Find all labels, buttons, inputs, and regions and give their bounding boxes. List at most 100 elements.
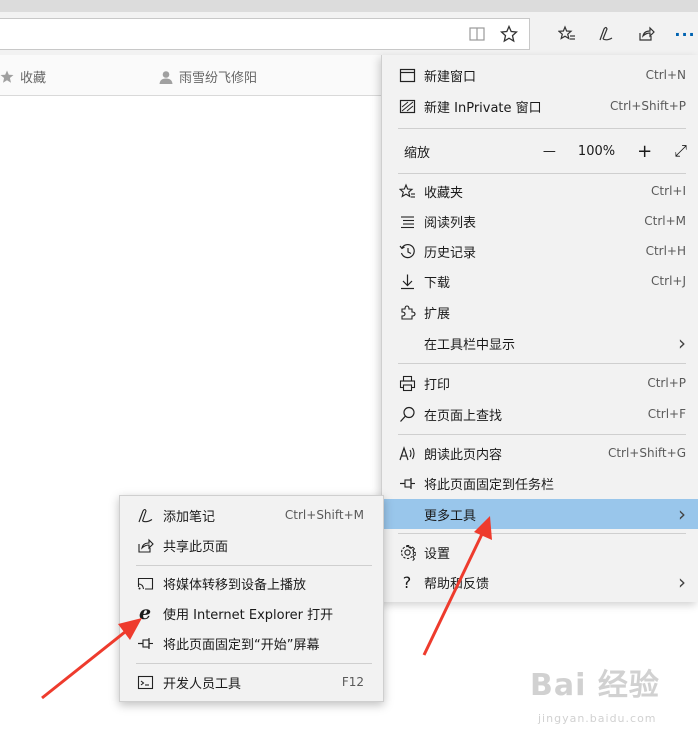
menu-item-zoom: 缩放 — 100% + ⤢ [382,136,698,166]
zoom-out-button[interactable]: — [543,144,556,159]
address-bar[interactable] [0,18,530,50]
submenu-item-pin-start[interactable]: 将此页面固定到“开始”屏幕 [120,628,383,658]
share-icon [136,536,154,554]
history-clock-icon [398,242,416,260]
menu-label: 历史记录 [424,245,477,261]
share-icon[interactable] [634,22,658,46]
fullscreen-button[interactable]: ⤢ [674,141,687,161]
menu-separator [398,363,686,364]
menu-label: 新建窗口 [424,69,477,85]
menu-item-print[interactable]: 打印 Ctrl+P [382,368,698,398]
menu-item-find-on-page[interactable]: 在页面上查找 Ctrl+F [382,399,698,429]
menu-label: 打印 [424,377,451,393]
submenu-item-dev-tools[interactable]: 开发人员工具 F12 [120,667,383,697]
menu-item-history[interactable]: 历史记录 Ctrl+H [382,236,698,266]
menu-label: 新建 InPrivate 窗口 [424,100,542,116]
favorites-bar-item[interactable]: 收藏 [0,67,46,86]
menu-item-read-aloud[interactable]: 朗读此页内容 Ctrl+Shift+G [382,438,698,468]
menu-label: 帮助和反馈 [424,576,490,592]
zoom-level: 100% [577,143,616,159]
menu-label: 更多工具 [424,508,477,524]
puzzle-icon [398,303,416,321]
baidu-watermark: Bai 经验 jingyan.baidu.com [530,660,690,740]
developer-tools-icon [136,673,154,691]
submenu-chevron-icon: › [678,331,686,355]
download-arrow-icon [398,272,416,290]
submenu-item-cast-media[interactable]: 将媒体转移到设备上播放 [120,568,383,598]
menu-label: 在页面上查找 [424,408,503,424]
reading-list-icon [398,212,416,230]
menu-shortcut: Ctrl+J [651,274,686,288]
menu-item-downloads[interactable]: 下载 Ctrl+J [382,266,698,296]
menu-item-pin-taskbar[interactable]: 将此页面固定到任务栏 [382,468,698,498]
notes-pen-icon[interactable] [594,22,618,46]
question-mark-icon: ? [402,572,412,592]
menu-shortcut: F12 [341,675,364,689]
notes-pen-icon [136,506,154,524]
menu-label: 共享此页面 [163,539,229,555]
submenu-item-add-notes[interactable]: 添加笔记 Ctrl+Shift+M [120,500,383,530]
window-icon [398,66,416,84]
more-settings-button[interactable]: ··· [673,22,697,46]
add-favorite-star-icon[interactable] [497,22,521,46]
menu-item-settings[interactable]: 设置 [382,537,698,567]
menu-shortcut: Ctrl+I [651,184,686,198]
favorites-bar-label: 收藏 [20,71,47,86]
settings-menu: 新建窗口 Ctrl+N 新建 InPrivate 窗口 Ctrl+Shift+P… [381,55,698,602]
menu-shortcut: Ctrl+H [645,244,686,258]
submenu-chevron-icon: › [678,502,686,526]
zoom-in-button[interactable]: + [637,141,652,162]
gear-icon [398,543,416,561]
menu-separator [136,565,372,566]
menu-label: 设置 [424,546,451,562]
watermark-url: jingyan.baidu.com [538,712,657,725]
user-favorite-label: 雨雪纷飞修阳 [179,71,258,86]
submenu-item-share[interactable]: 共享此页面 [120,530,383,560]
menu-item-more-tools[interactable]: 更多工具 › [382,499,698,529]
pin-icon [136,634,154,652]
zoom-label: 缩放 [404,145,431,161]
submenu-chevron-icon: › [678,570,686,594]
menu-item-favorites[interactable]: 收藏夹 Ctrl+I [382,176,698,206]
menu-label: 收藏夹 [424,185,464,201]
star-icon [0,70,14,83]
menu-label: 下载 [424,275,451,291]
menu-label: 朗读此页内容 [424,447,503,463]
menu-shortcut: Ctrl+F [647,407,686,421]
menu-shortcut: Ctrl+Shift+G [607,446,686,460]
zoom-controls: — 100% + ⤢ [543,141,687,162]
user-favorite-item[interactable]: 雨雪纷飞修阳 [159,67,257,86]
menu-shortcut: Ctrl+Shift+M [284,508,364,522]
menu-item-reading-list[interactable]: 阅读列表 Ctrl+M [382,206,698,236]
menu-label: 将此页面固定到任务栏 [424,477,555,493]
menu-separator [398,128,686,129]
menu-item-new-inprivate[interactable]: 新建 InPrivate 窗口 Ctrl+Shift+P [382,91,698,121]
menu-separator [398,533,686,534]
search-icon [398,405,416,423]
menu-item-extensions[interactable]: 扩展 [382,297,698,327]
pin-icon [398,474,416,492]
menu-shortcut: Ctrl+M [644,214,686,228]
menu-label: 将媒体转移到设备上播放 [163,577,307,593]
submenu-item-open-ie[interactable]: e 使用 Internet Explorer 打开 [120,598,383,628]
menu-separator [398,434,686,435]
favorites-icon [398,182,416,200]
window-top-strip [0,0,698,12]
read-aloud-icon [398,444,416,462]
menu-label: 添加笔记 [163,509,216,525]
more-dots-icon: ··· [674,24,696,44]
menu-label: 将此页面固定到“开始”屏幕 [163,637,320,653]
menu-shortcut: Ctrl+Shift+P [610,99,686,113]
menu-item-new-window[interactable]: 新建窗口 Ctrl+N [382,60,698,90]
reading-view-icon[interactable] [465,22,489,46]
favorites-hub-icon[interactable] [555,22,579,46]
menu-item-show-in-toolbar[interactable]: 在工具栏中显示 › [382,328,698,358]
menu-separator [136,663,372,664]
menu-item-help-feedback[interactable]: ? 帮助和反馈 › [382,567,698,597]
watermark-logo-text: Bai 经验 [530,668,660,703]
more-tools-submenu: 添加笔记 Ctrl+Shift+M 共享此页面 将媒体转移到设备上播放 e 使用… [119,495,384,702]
menu-label: 阅读列表 [424,215,477,231]
printer-icon [398,374,416,392]
menu-label: 使用 Internet Explorer 打开 [163,607,334,623]
menu-label: 开发人员工具 [163,676,242,692]
